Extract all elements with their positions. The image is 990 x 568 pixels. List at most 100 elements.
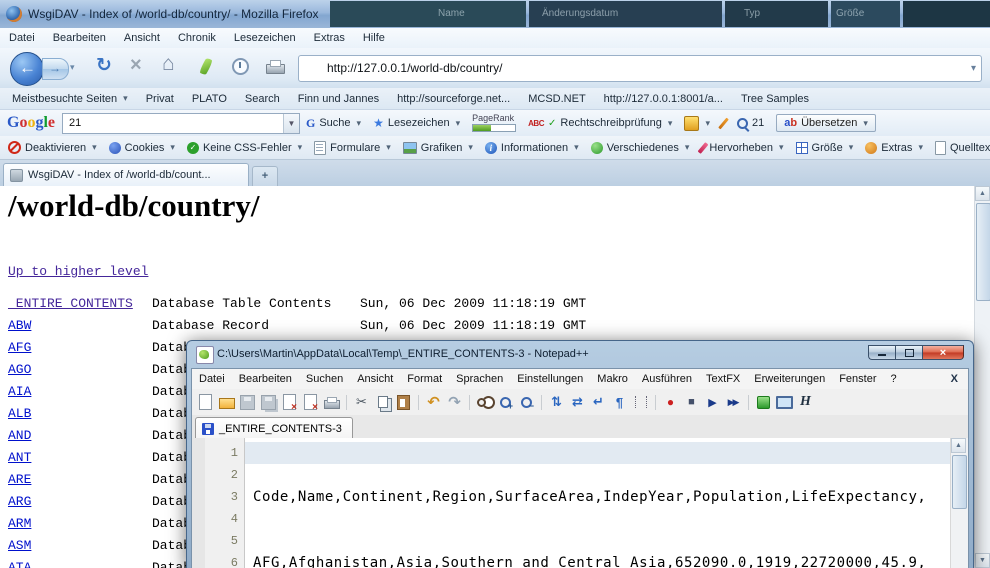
minimize-button[interactable] <box>868 345 895 360</box>
google-search-input[interactable] <box>67 116 271 130</box>
play-macro-icon[interactable] <box>704 394 721 411</box>
npp-menu-ansicht[interactable]: Ansicht <box>350 370 400 388</box>
npp-menu-makro[interactable]: Makro <box>590 370 635 388</box>
save-icon[interactable] <box>239 394 256 411</box>
undo-icon[interactable] <box>425 394 442 411</box>
sync-vertical-icon[interactable] <box>548 394 565 411</box>
resource-link[interactable]: ASM <box>8 538 31 553</box>
resource-link[interactable]: AFG <box>8 340 31 355</box>
search-dropdown-icon[interactable]: ▼ <box>283 114 299 133</box>
resource-link[interactable]: AND <box>8 428 31 443</box>
bookmark-most-visited[interactable]: Meistbesuchte Seiten <box>8 93 128 105</box>
bookmark-margin[interactable] <box>192 438 205 568</box>
zoom-out-icon[interactable] <box>518 394 535 411</box>
history-dropdown-icon[interactable]: ▾ <box>70 62 75 73</box>
paste-icon[interactable] <box>395 394 412 411</box>
npp-menu-help[interactable]: ? <box>883 370 903 388</box>
copy-icon[interactable] <box>374 394 391 411</box>
scroll-up-button[interactable]: ▲ <box>975 186 990 201</box>
npp-menu-bearbeiten[interactable]: Bearbeiten <box>232 370 299 388</box>
npp-menu-fenster[interactable]: Fenster <box>832 370 883 388</box>
close-button[interactable]: × <box>922 345 964 360</box>
menu-extras[interactable]: Extras <box>305 29 354 47</box>
highlighter-button[interactable] <box>722 117 725 130</box>
devbar-css[interactable]: ✓Keine CSS-Fehler <box>187 142 302 154</box>
back-button[interactable] <box>10 52 44 86</box>
npp-menu-format[interactable]: Format <box>400 370 449 388</box>
indent-guide-icon[interactable] <box>632 394 649 411</box>
devbar-cookies[interactable]: Cookies <box>109 142 175 154</box>
menu-hilfe[interactable]: Hilfe <box>354 29 394 47</box>
bookmark-search[interactable]: Search <box>241 93 280 105</box>
new-file-icon[interactable] <box>197 394 214 411</box>
bookmark-privat[interactable]: Privat <box>142 93 174 105</box>
npp-menu-ausfuehren[interactable]: Ausführen <box>635 370 699 388</box>
record-macro-icon[interactable] <box>662 394 679 411</box>
menu-ansicht[interactable]: Ansicht <box>115 29 169 47</box>
google-bookmarks-button[interactable]: ★Lesezeichen <box>373 116 460 130</box>
word-find-button[interactable]: 21 <box>737 117 764 129</box>
google-search-button[interactable]: GSuche <box>306 116 361 131</box>
npp-menu-suchen[interactable]: Suchen <box>299 370 350 388</box>
bookmark-tree-samples[interactable]: Tree Samples <box>737 93 809 105</box>
firefox-titlebar[interactable]: WsgiDAV - Index of /world-db/country/ - … <box>0 0 990 29</box>
reload-button[interactable]: ↻ <box>96 54 112 77</box>
npp-menu-datei[interactable]: Datei <box>192 370 232 388</box>
npp-menu-sprachen[interactable]: Sprachen <box>449 370 510 388</box>
resource-link[interactable]: _ENTIRE_CONTENTS <box>8 296 133 311</box>
editor-scroll-up[interactable]: ▲ <box>951 438 966 453</box>
bookmark-localhost-8001[interactable]: http://127.0.0.1:8001/a... <box>600 93 723 105</box>
editor-text[interactable]: Code,Name,Continent,Region,SurfaceArea,I… <box>253 442 951 568</box>
menu-chronik[interactable]: Chronik <box>169 29 225 47</box>
find-icon[interactable] <box>476 394 493 411</box>
close-all-icon[interactable] <box>302 394 319 411</box>
bookmark-mcsd[interactable]: MCSD.NET <box>524 93 585 105</box>
zoom-in-icon[interactable] <box>497 394 514 411</box>
close-doc-icon[interactable] <box>281 394 298 411</box>
resource-link[interactable]: ABW <box>8 318 31 333</box>
redo-icon[interactable] <box>446 394 463 411</box>
npp-menu-close-x[interactable]: X <box>951 373 968 385</box>
devbar-deaktivieren[interactable]: Deaktivieren <box>8 141 97 154</box>
page-scrollbar[interactable]: ▲ ▼ <box>974 186 990 568</box>
devbar-grafiken[interactable]: Grafiken <box>403 142 473 154</box>
translate-button[interactable]: abÜbersetzen <box>776 114 876 132</box>
resource-link[interactable]: AIA <box>8 384 31 399</box>
forward-button[interactable] <box>42 58 69 80</box>
history-clock-icon[interactable] <box>232 58 249 75</box>
print-icon[interactable] <box>323 394 340 411</box>
autofill-button[interactable] <box>684 116 710 131</box>
html-preview-icon[interactable] <box>797 394 814 411</box>
open-folder-icon[interactable] <box>218 394 235 411</box>
pagerank-widget[interactable]: PageRank <box>472 114 516 132</box>
notepadpp-window[interactable]: C:\Users\Martin\AppData\Local\Temp\_ENTI… <box>186 340 974 568</box>
home-button[interactable]: ⌂ <box>162 52 175 76</box>
show-symbols-icon[interactable] <box>611 394 628 411</box>
resource-link[interactable]: AGO <box>8 362 31 377</box>
menu-bearbeiten[interactable]: Bearbeiten <box>44 29 115 47</box>
menu-datei[interactable]: Datei <box>0 29 44 47</box>
npp-tab-entire-contents[interactable]: _ENTIRE_CONTENTS-3 <box>195 417 353 439</box>
save-all-icon[interactable] <box>260 394 277 411</box>
notepadpp-editor[interactable]: 1 2 3 4 5 6 Code,Name,Continent,Region,S… <box>192 438 968 568</box>
resource-link[interactable]: ANT <box>8 450 31 465</box>
function-list-icon[interactable] <box>755 394 772 411</box>
devbar-hervorheben[interactable]: Hervorheben <box>701 142 783 154</box>
stop-macro-icon[interactable] <box>683 394 700 411</box>
resource-link[interactable]: ARG <box>8 494 31 509</box>
cut-icon[interactable] <box>353 394 370 411</box>
resource-link[interactable]: ATA <box>8 560 31 568</box>
npp-menu-erweiterungen[interactable]: Erweiterungen <box>747 370 832 388</box>
devbar-extras[interactable]: Extras <box>865 142 923 154</box>
scroll-down-button[interactable]: ▼ <box>975 553 990 568</box>
stop-button[interactable]: × <box>130 54 142 77</box>
bookmark-plato[interactable]: PLATO <box>188 93 227 105</box>
resource-link[interactable]: ARM <box>8 516 31 531</box>
resource-link[interactable]: ALB <box>8 406 31 421</box>
url-dropdown-icon[interactable]: ▾ <box>971 63 976 74</box>
bookmark-finn-und-jannes[interactable]: Finn und Jannes <box>294 93 379 105</box>
new-tab-button[interactable]: + <box>252 166 278 187</box>
multi-play-icon[interactable] <box>725 394 742 411</box>
address-bar[interactable]: ▾ <box>298 55 982 82</box>
devbar-formulare[interactable]: Formulare <box>314 141 391 155</box>
